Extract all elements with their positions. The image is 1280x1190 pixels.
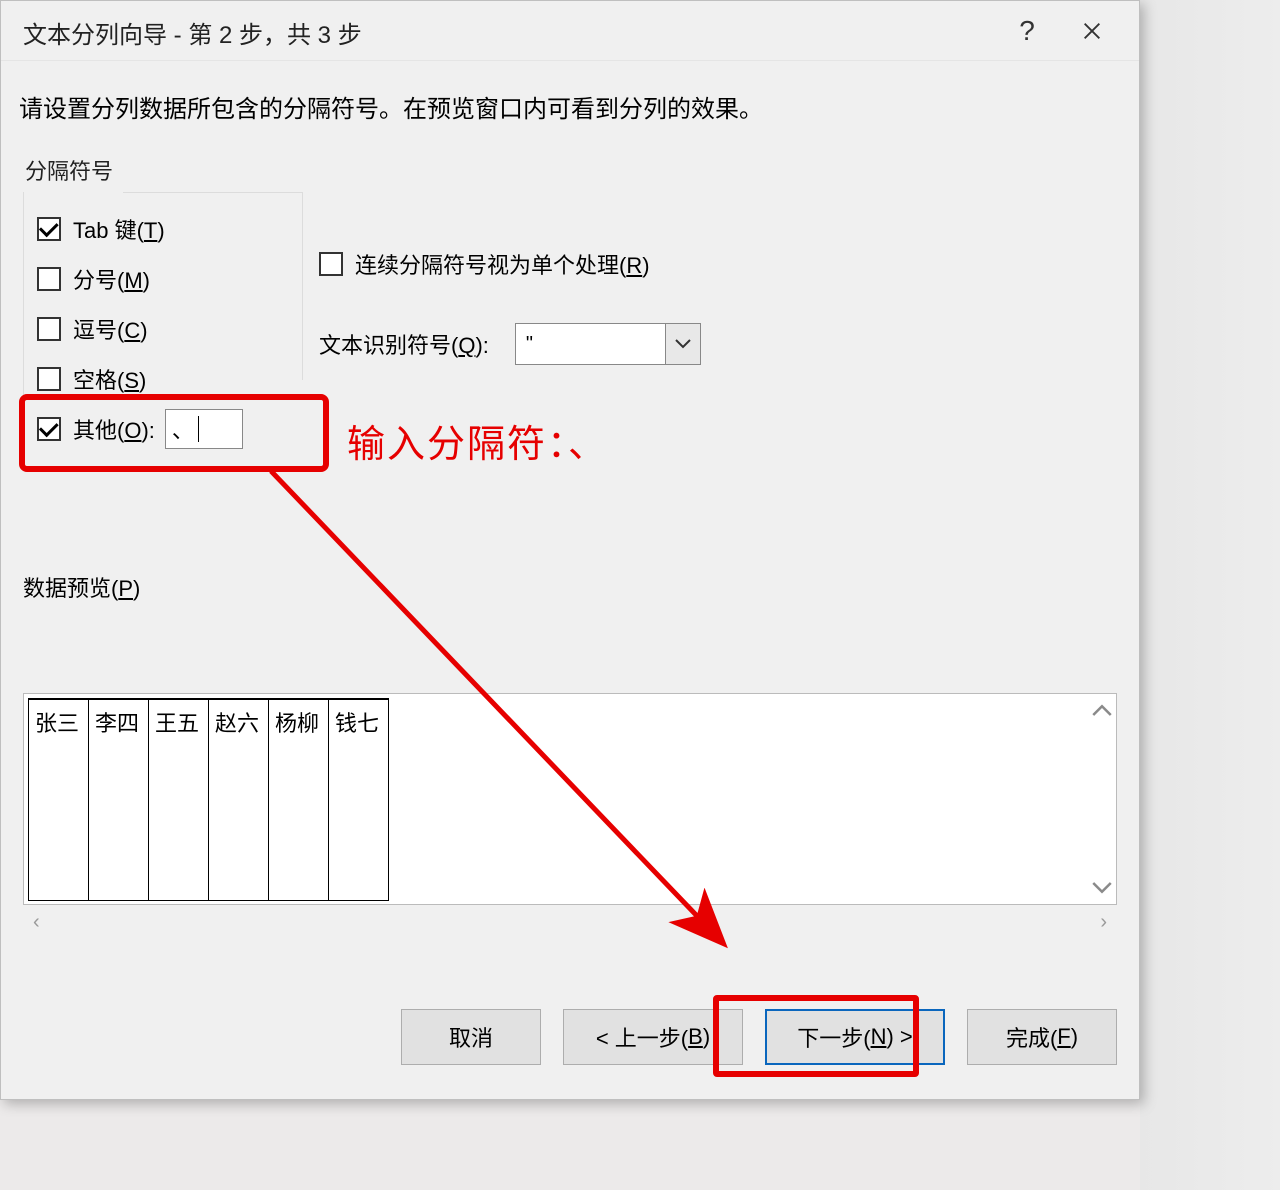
help-button[interactable]: ? [997,7,1057,55]
delimiter-tab-checkbox[interactable] [37,217,61,241]
text-qualifier-label: 文本识别符号(Q): [319,328,489,360]
delimiter-other-input[interactable]: 、 [165,409,243,449]
next-button[interactable]: 下一步(N) > [765,1009,945,1065]
text-qualifier-dropdown-button[interactable] [665,323,701,365]
close-button[interactable] [1057,7,1127,55]
text-caret [198,416,199,442]
preview-cell: 赵六 [209,699,269,901]
preview-cell: 杨柳 [269,699,329,901]
scroll-up-icon [1092,700,1112,720]
delimiter-comma-checkbox[interactable] [37,317,61,341]
close-icon [1081,20,1103,42]
table-row: 张三 李四 王五 赵六 杨柳 钱七 [29,699,389,901]
dialog-body: 请设置分列数据所包含的分隔符号。在预览窗口内可看到分列的效果。 分隔符号 Tab… [1,61,1139,454]
preview-cell: 王五 [149,699,209,901]
scroll-down-icon [1092,878,1112,898]
delimiter-other-value: 、 [172,413,194,445]
preview-horizontal-scrollbar[interactable]: ‹ › [23,905,1117,939]
delimiter-semicolon-checkbox[interactable] [37,267,61,291]
data-preview-area: 张三 李四 王五 赵六 杨柳 钱七 [23,693,1117,905]
data-preview-label: 数据预览(P) [23,571,1117,603]
delimiter-other-row[interactable]: 其他(O): 、 [37,404,303,454]
chevron-down-icon [675,339,691,349]
delimiters-group-label: 分隔符号 [23,154,1119,186]
treat-consecutive-checkbox[interactable] [319,252,343,276]
delimiter-space-checkbox[interactable] [37,367,61,391]
preview-cell: 钱七 [329,699,389,901]
dialog-title: 文本分列向导 - 第 2 步，共 3 步 [23,15,997,50]
delimiter-semicolon-row[interactable]: 分号(M) [37,254,303,304]
cancel-button[interactable]: 取消 [401,1009,541,1065]
delimiter-other-checkbox[interactable] [37,417,61,441]
preview-cell: 李四 [89,699,149,901]
data-preview-table: 张三 李四 王五 赵六 杨柳 钱七 [28,698,389,901]
background-strip-bottom [0,1100,1140,1190]
right-options: 连续分隔符号视为单个处理(R) 文本识别符号(Q): " [319,239,999,365]
instruction-text: 请设置分列数据所包含的分隔符号。在预览窗口内可看到分列的效果。 [19,89,1125,124]
delimiter-space-row[interactable]: 空格(S) [37,354,303,404]
preview-vertical-scrollbar[interactable] [1088,694,1116,904]
treat-consecutive-row[interactable]: 连续分隔符号视为单个处理(R) [319,239,999,289]
finish-button[interactable]: 完成(F) [967,1009,1117,1065]
back-button[interactable]: < 上一步(B) [563,1009,743,1065]
background-strip [1140,0,1280,1190]
button-row: 取消 < 上一步(B) 下一步(N) > 完成(F) [401,1009,1117,1065]
text-qualifier-combo[interactable]: " [515,323,701,365]
text-qualifier-value[interactable]: " [515,323,665,365]
delimiters-box: Tab 键(T) 分号(M) 逗号(C) [23,192,303,454]
preview-cell: 张三 [29,699,89,901]
text-to-columns-wizard-dialog: 文本分列向导 - 第 2 步，共 3 步 ? 请设置分列数据所包含的分隔符号。在… [0,0,1140,1100]
text-qualifier-row: 文本识别符号(Q): " [319,323,999,365]
titlebar: 文本分列向导 - 第 2 步，共 3 步 ? [1,1,1139,61]
delimiter-tab-row[interactable]: Tab 键(T) [37,204,303,254]
scroll-left-icon: ‹ [33,911,40,934]
scroll-right-icon: › [1100,911,1107,934]
delimiter-comma-row[interactable]: 逗号(C) [37,304,303,354]
data-preview-group: 数据预览(P) 张三 李四 王五 赵六 杨柳 钱七 [23,571,1117,939]
annotation-text: 输入分隔符：、 [347,413,608,468]
